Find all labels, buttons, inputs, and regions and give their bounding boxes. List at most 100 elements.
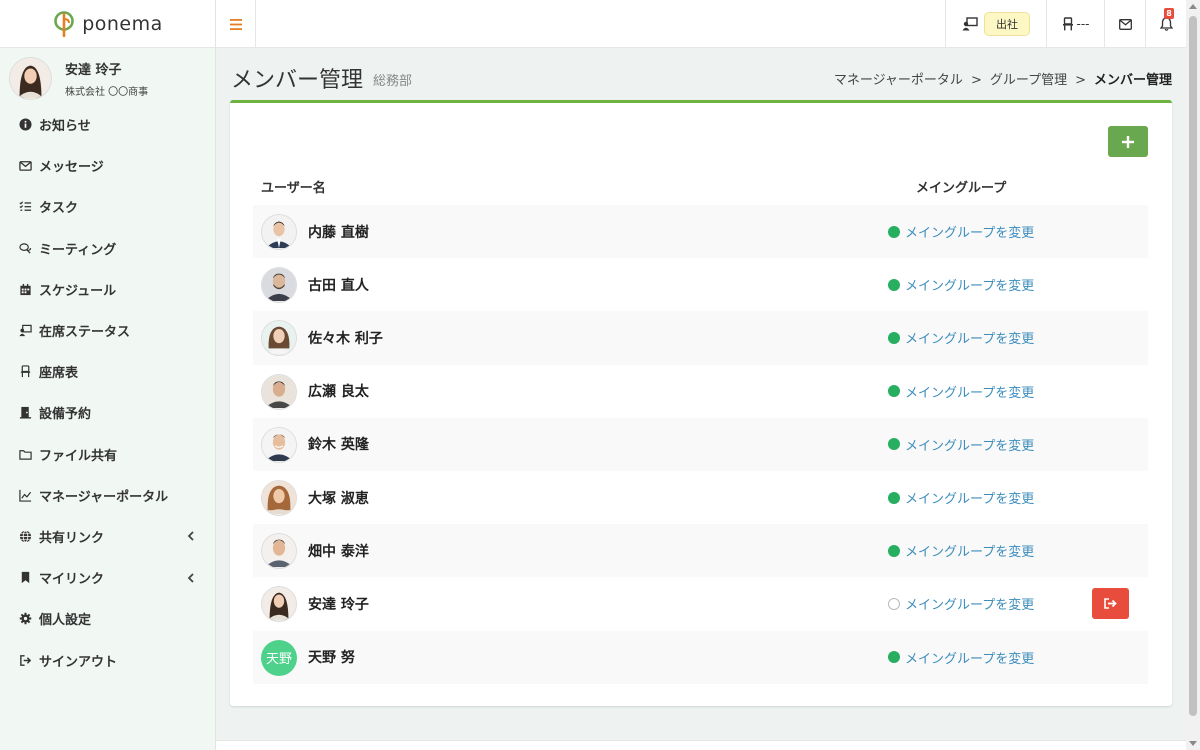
bookmark-icon bbox=[18, 571, 32, 585]
sidebar-item-label: お知らせ bbox=[39, 119, 91, 135]
bell-icon bbox=[1159, 17, 1173, 31]
member-name: 天野 努 bbox=[308, 650, 355, 667]
change-main-group-link[interactable]: メイングループを変更 bbox=[905, 648, 1034, 667]
sidebar-item-facility[interactable]: 設備予約 bbox=[0, 392, 215, 433]
change-main-group-link[interactable]: メイングループを変更 bbox=[905, 382, 1034, 401]
member-avatar bbox=[261, 320, 297, 357]
breadcrumb-group-management[interactable]: グループ管理 bbox=[990, 73, 1067, 88]
info-icon bbox=[18, 118, 32, 132]
change-main-group-link[interactable]: メイングループを変更 bbox=[905, 594, 1034, 613]
sidebar-item-label: 設備予約 bbox=[39, 407, 92, 423]
member-table: 内藤 直樹 メイングループを変更 古田 直人 メイングループを変更 佐々木 利子… bbox=[253, 205, 1148, 684]
envelope-icon bbox=[1118, 18, 1132, 30]
sidebar-item-manager-portal[interactable]: マネージャーポータル bbox=[0, 475, 215, 516]
sidebar-item-label: 在席ステータス bbox=[39, 325, 131, 341]
sidebar-item-signout[interactable]: サインアウト bbox=[0, 639, 215, 680]
main-group-indicator bbox=[888, 491, 900, 504]
footer bbox=[216, 740, 1186, 750]
chevron-left-icon bbox=[187, 531, 194, 542]
table-row: 広瀬 良太 メイングループを変更 bbox=[253, 365, 1148, 418]
breadcrumb-separator: > bbox=[970, 73, 982, 88]
member-avatar bbox=[261, 586, 297, 623]
sidebar-nav: お知らせ メッセージ タスク ミーティング スケジュール 在席ステータス 座席表 bbox=[0, 104, 215, 681]
sidebar-item-label: マイリンク bbox=[39, 572, 105, 588]
ponema-logo-icon bbox=[54, 10, 75, 37]
change-main-group-link[interactable]: メイングループを変更 bbox=[905, 222, 1034, 241]
sidebar: ponema 安達 玲子 株式会社 〇〇商事 お知らせ メッセージ タスク ミー… bbox=[0, 0, 216, 750]
seat-value: --- bbox=[1076, 17, 1090, 31]
sidebar-item-messages[interactable]: メッセージ bbox=[0, 145, 215, 186]
breadcrumb-manager-portal[interactable]: マネージャーポータル bbox=[834, 73, 963, 88]
scroll-down-icon[interactable] bbox=[1189, 741, 1197, 746]
sidebar-item-label: スケジュール bbox=[39, 283, 117, 299]
main-group-indicator bbox=[888, 225, 900, 238]
member-name: 安達 玲子 bbox=[308, 596, 369, 613]
change-main-group-link[interactable]: メイングループを変更 bbox=[905, 435, 1034, 454]
tasks-icon bbox=[18, 200, 32, 214]
member-name: 畑中 泰洋 bbox=[308, 543, 369, 560]
sidebar-item-schedule[interactable]: スケジュール bbox=[0, 269, 215, 310]
table-row: 古田 直人 メイングループを変更 bbox=[253, 258, 1148, 311]
table-row: 内藤 直樹 メイングループを変更 bbox=[253, 205, 1148, 259]
remove-member-button[interactable] bbox=[1092, 588, 1129, 620]
sidebar-item-my-links[interactable]: マイリンク bbox=[0, 557, 215, 598]
main-group-indicator bbox=[888, 544, 900, 557]
main-group-indicator bbox=[888, 597, 900, 610]
presence-icon bbox=[962, 17, 978, 31]
sidebar-toggle-button[interactable] bbox=[216, 0, 256, 48]
sidebar-item-label: 座席表 bbox=[39, 366, 79, 382]
sidebar-item-settings[interactable]: 個人設定 bbox=[0, 598, 215, 639]
door-icon bbox=[18, 406, 32, 420]
change-main-group-link[interactable]: メイングループを変更 bbox=[905, 488, 1034, 507]
breadcrumb-separator: > bbox=[1075, 73, 1086, 88]
brand[interactable]: ponema bbox=[0, 0, 215, 48]
main-group-indicator bbox=[888, 438, 900, 451]
member-avatar bbox=[261, 426, 297, 463]
user-profile[interactable]: 安達 玲子 株式会社 〇〇商事 bbox=[0, 48, 215, 104]
sidebar-item-label: ファイル共有 bbox=[39, 448, 118, 464]
scroll-up-icon[interactable] bbox=[1189, 4, 1197, 9]
sidebar-item-shared-links[interactable]: 共有リンク bbox=[0, 516, 215, 557]
presence-status-button[interactable]: 出社 bbox=[945, 0, 1046, 48]
envelope-icon bbox=[18, 159, 32, 173]
main-group-indicator bbox=[888, 278, 900, 291]
sidebar-item-seating[interactable]: 座席表 bbox=[0, 351, 215, 392]
member-name: 内藤 直樹 bbox=[308, 224, 369, 241]
table-row: 大塚 淑恵 メイングループを変更 bbox=[253, 471, 1148, 524]
signout-icon bbox=[18, 653, 32, 667]
messages-button[interactable] bbox=[1104, 0, 1145, 48]
change-main-group-link[interactable]: メイングループを変更 bbox=[905, 275, 1034, 294]
page-subtitle: 総務部 bbox=[373, 74, 413, 89]
add-member-button[interactable] bbox=[1108, 126, 1148, 157]
change-main-group-link[interactable]: メイングループを変更 bbox=[905, 328, 1034, 347]
chair-icon bbox=[1062, 17, 1073, 31]
sidebar-item-presence[interactable]: 在席ステータス bbox=[0, 310, 215, 351]
member-avatar bbox=[261, 214, 297, 250]
scrollbar-thumb[interactable] bbox=[1189, 16, 1197, 716]
table-row: 佐々木 利子 メイングループを変更 bbox=[253, 311, 1148, 365]
page-scrollbar[interactable] bbox=[1186, 0, 1200, 750]
main-group-indicator bbox=[888, 385, 900, 398]
user-avatar bbox=[9, 56, 52, 100]
topbar: 出社 --- 8 bbox=[216, 0, 1186, 48]
sidebar-item-meeting[interactable]: ミーティング bbox=[0, 228, 215, 269]
seat-button[interactable]: --- bbox=[1046, 0, 1104, 48]
sidebar-item-files[interactable]: ファイル共有 bbox=[0, 434, 215, 475]
notifications-button[interactable]: 8 bbox=[1145, 0, 1186, 48]
member-avatar bbox=[261, 533, 297, 570]
sidebar-item-label: タスク bbox=[39, 201, 79, 217]
gear-icon bbox=[18, 612, 32, 626]
sidebar-item-label: メッセージ bbox=[39, 160, 104, 176]
sidebar-item-tasks[interactable]: タスク bbox=[0, 186, 215, 227]
plus-icon bbox=[1122, 135, 1134, 148]
notification-count-badge: 8 bbox=[1164, 8, 1174, 19]
member-name: 佐々木 利子 bbox=[308, 330, 383, 347]
chart-icon bbox=[18, 488, 32, 502]
sidebar-item-label: ミーティング bbox=[39, 242, 117, 258]
calendar-icon bbox=[18, 282, 32, 296]
member-name: 古田 直人 bbox=[308, 277, 369, 294]
change-main-group-link[interactable]: メイングループを変更 bbox=[905, 541, 1034, 560]
sidebar-item-notice[interactable]: お知らせ bbox=[0, 104, 215, 145]
member-avatar-initials: 天野 bbox=[261, 639, 297, 676]
brand-name: ponema bbox=[82, 12, 163, 35]
